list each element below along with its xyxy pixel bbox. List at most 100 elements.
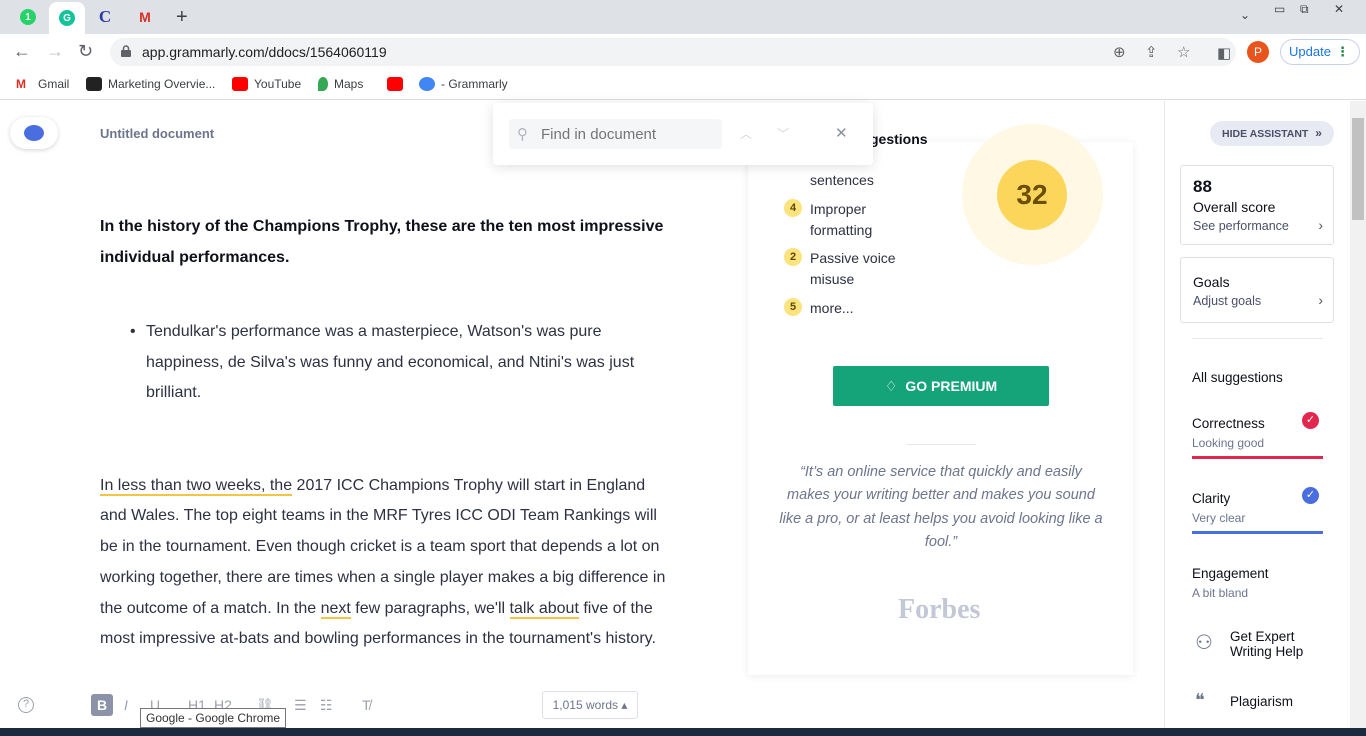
- update-label: Update: [1289, 44, 1331, 59]
- menu-dots-icon[interactable]: ⋮: [1336, 40, 1349, 64]
- adjust-goals-link[interactable]: Adjust goals: [1193, 294, 1261, 308]
- italic-button[interactable]: I: [124, 697, 128, 713]
- chrome-icon: [419, 77, 435, 91]
- lock-icon: [121, 45, 131, 57]
- grammarly-menu-button[interactable]: [10, 117, 58, 149]
- double-chevron-icon: »: [1315, 126, 1322, 140]
- overall-score-value: 88: [1193, 177, 1212, 196]
- maps-icon: [318, 77, 328, 91]
- issue-item[interactable]: 2 Passive voice misuse: [784, 248, 920, 290]
- flagged-text[interactable]: talk about: [509, 599, 579, 619]
- reload-button[interactable]: ↻: [78, 41, 93, 62]
- close-window-button[interactable]: ✕: [1334, 2, 1344, 16]
- new-tab-button[interactable]: +: [176, 6, 188, 29]
- word-count[interactable]: 1,015 words ▴: [542, 691, 638, 719]
- clarity-label[interactable]: Clarity: [1192, 491, 1230, 506]
- tab-c[interactable]: C: [89, 5, 121, 29]
- bookmark-marketing[interactable]: Marketing Overvie...: [86, 77, 215, 91]
- go-premium-button[interactable]: ♢ GO PREMIUM: [833, 366, 1049, 406]
- youtube-icon: [387, 77, 403, 91]
- hide-assistant-button[interactable]: HIDE ASSISTANT »: [1210, 121, 1334, 146]
- doc-paragraph[interactable]: In less than two weeks, the 2017 ICC Cha…: [100, 471, 670, 656]
- bookmarks-bar: M Gmail Marketing Overvie... YouTube Map…: [0, 70, 1366, 100]
- check-icon: ✓: [1302, 412, 1319, 429]
- tab-grammarly[interactable]: G: [49, 2, 85, 34]
- engagement-status: A bit bland: [1192, 586, 1249, 600]
- issue-score: 32: [997, 160, 1067, 230]
- flagged-text[interactable]: next: [320, 599, 351, 619]
- goals-label: Goals: [1193, 274, 1230, 290]
- find-previous-button[interactable]: ︿: [740, 125, 752, 142]
- issue-label: Passive voice misuse: [810, 250, 896, 287]
- bookmark-label: Maps: [334, 77, 364, 91]
- numbered-list-icon[interactable]: ☰: [294, 697, 307, 714]
- divider: [906, 444, 976, 445]
- suggestions-title: gestions: [870, 131, 928, 147]
- see-performance-link[interactable]: See performance: [1193, 219, 1289, 233]
- get-expert-help-link[interactable]: Get Expert Writing Help: [1230, 629, 1330, 659]
- issue-item[interactable]: sentences: [784, 170, 920, 191]
- browser-tabstrip: 1 G C M + ⌄ ▭ ⧉ ✕: [0, 0, 1366, 34]
- find-input[interactable]: [509, 119, 722, 149]
- bookmark-label: - Grammarly: [441, 77, 508, 91]
- side-panel-icon[interactable]: ◧: [1217, 44, 1231, 62]
- tab-gmail[interactable]: M: [129, 5, 161, 29]
- clarity-bar: [1192, 531, 1323, 534]
- engagement-label[interactable]: Engagement: [1192, 566, 1269, 581]
- gmail-icon: M: [16, 77, 26, 91]
- scrollbar-thumb[interactable]: [1352, 118, 1364, 220]
- bullet-list-icon[interactable]: ☷: [320, 697, 333, 714]
- bookmark-label: Marketing Overvie...: [108, 77, 216, 91]
- issue-item[interactable]: 4 Improper formatting: [784, 199, 920, 241]
- document-title[interactable]: Untitled document: [100, 126, 214, 141]
- update-button[interactable]: Update ⋮: [1280, 39, 1360, 65]
- issue-label: more...: [810, 300, 854, 316]
- correctness-label[interactable]: Correctness: [1192, 416, 1265, 431]
- plagiarism-link[interactable]: Plagiarism: [1230, 694, 1293, 709]
- tab-search-icon[interactable]: ⌄: [1240, 8, 1250, 22]
- url-text: app.grammarly.com/ddocs/1564060119: [142, 44, 387, 60]
- bookmark-star-icon[interactable]: ☆: [1177, 43, 1190, 61]
- bookmark-maps[interactable]: Maps: [318, 77, 363, 91]
- bold-button[interactable]: B: [91, 694, 113, 716]
- gmail-icon: M: [139, 9, 151, 25]
- youtube-icon: [232, 77, 248, 91]
- tab-whatsapp[interactable]: 1: [12, 5, 44, 29]
- issue-count: 5: [784, 298, 802, 316]
- bookmark-youtube[interactable]: YouTube: [232, 77, 301, 91]
- format-toolbar: ? B I U H1 H2 ⛓ ☰ ☷ T̸ 1,015 words ▴: [0, 691, 700, 721]
- paragraph-text: few paragraphs, we'll: [350, 599, 510, 617]
- overall-score-box[interactable]: 88 Overall score See performance ›: [1180, 165, 1334, 245]
- diamond-icon: ♢: [884, 378, 898, 394]
- bookmark-youtube-2[interactable]: [387, 77, 409, 91]
- grammarly-logo-icon: [24, 125, 44, 141]
- address-bar[interactable]: app.grammarly.com/ddocs/1564060119 ⊕ ⇪ ☆: [110, 38, 1236, 66]
- browser-toolbar: ← → ↻ app.grammarly.com/ddocs/1564060119…: [0, 34, 1366, 70]
- clear-format-icon[interactable]: T̸: [362, 697, 371, 713]
- c-icon: C: [98, 7, 112, 26]
- find-next-button[interactable]: ﹀: [777, 125, 789, 142]
- issue-label: Improper formatting: [810, 201, 873, 238]
- issue-item[interactable]: 5 more...: [784, 298, 920, 319]
- doc-bullet-item[interactable]: Tendulkar's performance was a masterpiec…: [100, 317, 670, 409]
- document-body[interactable]: In the history of the Champions Trophy, …: [100, 211, 670, 655]
- zoom-icon[interactable]: ⊕: [1113, 43, 1126, 61]
- share-icon[interactable]: ⇪: [1145, 43, 1158, 61]
- marketing-icon: [86, 77, 102, 91]
- bookmark-gmail[interactable]: M Gmail: [16, 77, 69, 91]
- minimize-button[interactable]: ▭: [1274, 2, 1285, 16]
- forward-button[interactable]: →: [46, 41, 64, 62]
- restore-button[interactable]: ⧉: [1300, 2, 1309, 17]
- goals-box[interactable]: Goals Adjust goals ›: [1180, 257, 1334, 323]
- back-button[interactable]: ←: [13, 41, 31, 62]
- flagged-text[interactable]: In less than two weeks, the: [100, 476, 293, 496]
- chevron-right-icon: ›: [1318, 217, 1323, 233]
- profile-avatar[interactable]: P: [1247, 41, 1269, 63]
- bookmark-grammarly[interactable]: - Grammarly: [419, 77, 508, 91]
- all-suggestions-tab[interactable]: All suggestions: [1192, 370, 1283, 385]
- search-icon: ⚲: [517, 126, 528, 143]
- doc-heading[interactable]: In the history of the Champions Trophy, …: [100, 211, 670, 273]
- divider: [1192, 338, 1323, 339]
- help-icon[interactable]: ?: [18, 697, 34, 713]
- find-close-button[interactable]: ✕: [835, 124, 848, 142]
